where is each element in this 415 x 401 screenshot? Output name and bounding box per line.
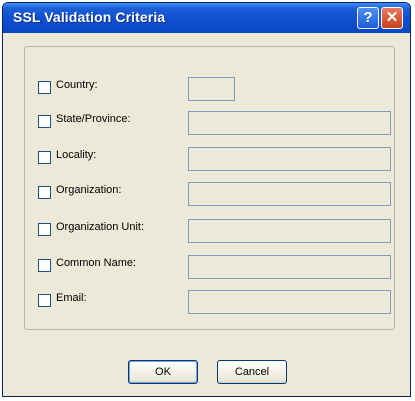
organization-checkbox[interactable]	[38, 186, 51, 199]
close-button[interactable]: ✕	[381, 7, 403, 29]
locality-label: Locality:	[56, 149, 97, 161]
email-field[interactable]	[188, 290, 391, 314]
common-name-label: Common Name:	[56, 257, 137, 269]
close-icon: ✕	[385, 9, 399, 26]
country-field[interactable]	[188, 77, 235, 101]
organization-unit-field[interactable]	[188, 219, 391, 243]
locality-checkbox[interactable]	[38, 151, 51, 164]
title-bar[interactable]: SSL Validation Criteria ? ✕	[3, 3, 410, 33]
organization-label: Organization:	[56, 184, 122, 196]
country-checkbox[interactable]	[38, 81, 51, 94]
organization-unit-checkbox[interactable]	[38, 223, 51, 236]
state-province-label: State/Province:	[56, 113, 131, 125]
dialog-window: SSL Validation Criteria ? ✕ Country: Sta…	[2, 2, 411, 397]
common-name-checkbox[interactable]	[38, 259, 51, 272]
email-checkbox[interactable]	[38, 294, 51, 307]
state-province-checkbox[interactable]	[38, 115, 51, 128]
country-label: Country:	[56, 79, 98, 91]
locality-field[interactable]	[188, 147, 391, 171]
dialog-title: SSL Validation Criteria	[13, 9, 166, 25]
organization-field[interactable]	[188, 182, 391, 206]
organization-unit-label: Organization Unit:	[56, 221, 145, 233]
help-icon: ?	[363, 9, 373, 26]
cancel-button[interactable]: Cancel	[217, 360, 287, 384]
email-label: Email:	[56, 292, 87, 304]
criteria-group: Country: State/Province: Locality: Organ…	[24, 46, 395, 330]
common-name-field[interactable]	[188, 255, 391, 279]
state-province-field[interactable]	[188, 111, 391, 135]
help-button[interactable]: ?	[357, 7, 379, 29]
ok-button[interactable]: OK	[128, 360, 198, 384]
